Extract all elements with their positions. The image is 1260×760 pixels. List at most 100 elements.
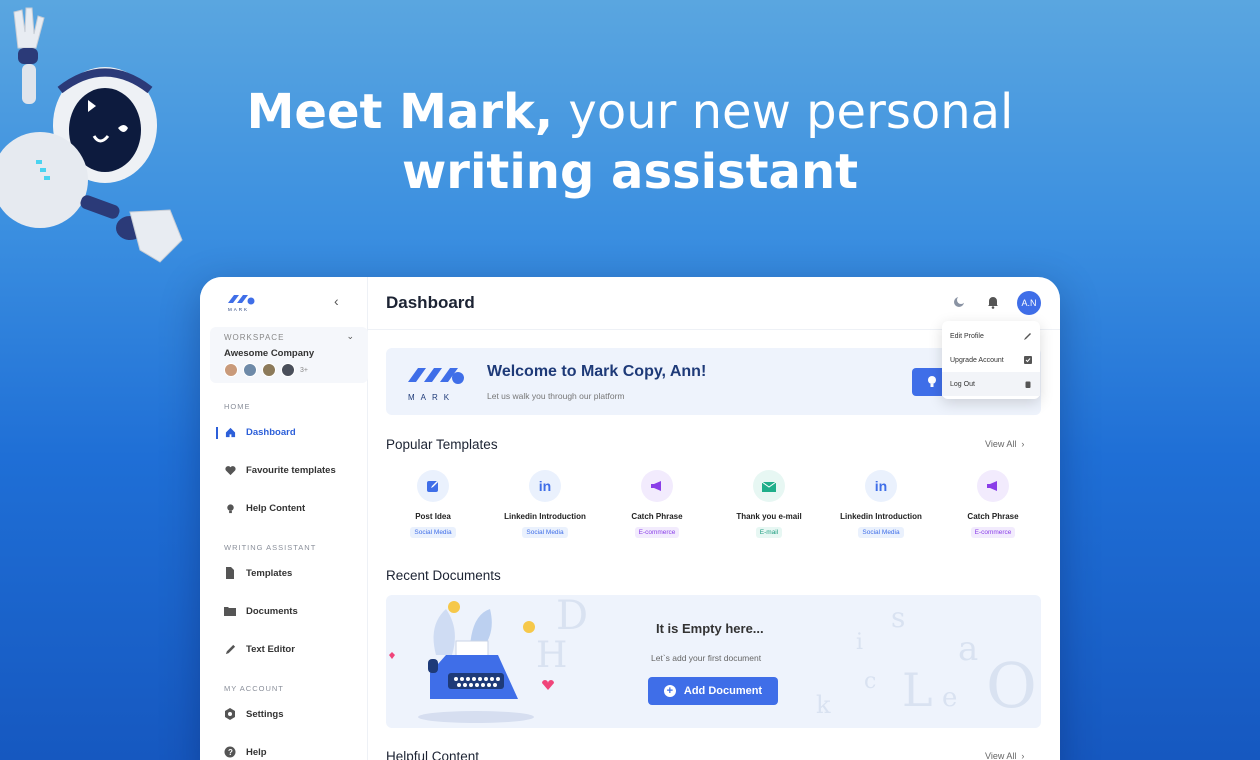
recent-documents-empty-state: D H s i a c L e O k It is Empty here... … [386,595,1041,728]
user-menu-dropdown: Edit Profile Upgrade Account Log Out [942,321,1040,399]
sidebar-item-text-editor[interactable]: Text Editor [224,640,295,658]
template-tag: E-mail [755,527,783,538]
document-icon [224,567,236,579]
sidebar-item-label: Documents [246,605,298,617]
template-card[interactable]: in Linkedin Introduction Social Media [826,470,936,539]
template-card[interactable]: Catch Phrase E-commerce [938,470,1048,539]
sidebar-item-label: Settings [246,708,284,720]
sidebar-item-label: Templates [246,567,293,579]
sidebar-item-label: Help Content [246,502,306,514]
menu-item-upgrade-account[interactable]: Upgrade Account [942,348,1040,372]
mark-logo-large: MARK [408,368,464,402]
template-name: Post Idea [415,512,451,521]
linkedin-icon: in [865,470,897,502]
sidebar-item-help[interactable]: ? Help [224,743,267,760]
workspace-label: WORKSPACE [224,333,285,342]
add-document-button[interactable]: + Add Document [648,677,778,705]
template-tag: E-commerce [634,527,680,538]
view-all-label: View All [985,439,1017,449]
theme-toggle-icon[interactable] [952,295,968,311]
section-label-my-account: MY ACCOUNT [224,684,284,693]
sidebar-item-label: Help [246,746,267,758]
upgrade-icon [1024,356,1032,364]
section-label-writing-assistant: WRITING ASSISTANT [224,543,317,552]
empty-state-title: It is Empty here... [656,621,764,636]
sidebar-item-dashboard[interactable]: Dashboard [224,423,296,441]
template-name: Linkedin Introduction [840,512,922,521]
sidebar-item-documents[interactable]: Documents [224,602,298,620]
active-indicator [216,427,218,439]
template-name: Linkedin Introduction [504,512,586,521]
chevron-down-icon[interactable]: ⌄ [346,331,354,342]
template-card[interactable]: Catch Phrase E-commerce [602,470,712,539]
heart-icon [224,464,236,476]
avatar [281,363,295,377]
menu-item-edit-profile[interactable]: Edit Profile [942,324,1040,348]
help-icon: ? [224,746,236,758]
workspace-members: 3+ [224,363,354,377]
welcome-title: Welcome to Mark Copy, Ann! [487,363,707,380]
pencil-icon [1024,333,1031,340]
template-name: Catch Phrase [967,512,1019,521]
hero-headline: Meet Mark, your new personal writing ass… [0,82,1260,202]
template-name: Catch Phrase [631,512,683,521]
headline-bold-second-line: writing assistant [401,144,859,200]
template-card[interactable]: Post Idea Social Media [378,470,488,539]
empty-state-subtitle: Let`s add your first document [651,653,762,663]
sidebar-item-help-content[interactable]: Help Content [224,499,305,517]
menu-item-label: Edit Profile [950,332,984,340]
typewriter-illustration [389,601,554,723]
logo-text: MARK [408,393,455,402]
template-tag: E-commerce [970,527,1016,538]
megaphone-icon [977,470,1009,502]
sidebar-item-templates[interactable]: Templates [224,564,292,582]
linkedin-icon: in [529,470,561,502]
mark-logo[interactable]: MARK [226,291,260,318]
template-tag: Social Media [858,527,904,538]
workspace-switcher[interactable]: WORKSPACE ⌄ Awesome Company 3+ [210,327,368,383]
trash-icon [1025,381,1031,388]
menu-item-log-out[interactable]: Log Out [942,372,1040,396]
post-icon [417,470,449,502]
popular-view-all-link[interactable]: View All › [985,439,1024,449]
template-card[interactable]: in Linkedin Introduction Social Media [490,470,600,539]
section-label-home: HOME [224,402,251,411]
page-title: Dashboard [386,293,475,312]
template-tag: Social Media [522,527,568,538]
helpful-view-all-link[interactable]: View All › [985,751,1024,760]
sidebar-item-label: Dashboard [246,426,296,438]
megaphone-icon [641,470,673,502]
menu-item-label: Upgrade Account [950,356,1004,364]
sidebar-item-favourite-templates[interactable]: Favourite templates [224,461,336,479]
sidebar: MARK ‹ WORKSPACE ⌄ Awesome Company 3+ HO… [200,277,368,760]
plus-circle-icon: + [663,685,676,697]
user-avatar[interactable]: A.N [1017,291,1041,315]
logo-text: MARK [228,307,249,312]
lightbulb-icon [224,502,236,514]
mark-logo-icon: MARK [228,295,255,312]
view-all-label: View All [985,751,1017,760]
svg-text:?: ? [228,748,233,757]
workspace-name: Awesome Company [224,348,315,359]
collapse-sidebar-icon[interactable]: ‹ [334,293,339,309]
template-card[interactable]: Thank you e-mail E-mail [714,470,824,539]
folder-icon [224,605,236,617]
add-document-label: Add Document [683,685,763,697]
app-window: MARK ‹ WORKSPACE ⌄ Awesome Company 3+ HO… [200,277,1060,760]
home-icon [224,426,236,438]
gear-icon [224,708,236,720]
avatar [262,363,276,377]
recent-documents-title: Recent Documents [386,568,501,583]
template-tag: Social Media [410,527,456,538]
sidebar-item-label: Text Editor [246,643,295,655]
main-content: Dashboard A.N Edit Profile Upgrade Accou… [368,277,1060,760]
pencil-icon [224,643,236,655]
menu-item-label: Log Out [950,380,975,388]
sidebar-item-label: Favourite templates [246,464,336,476]
sidebar-item-settings[interactable]: Settings [224,705,283,723]
welcome-subtitle: Let us walk you through our platform [487,391,625,401]
envelope-icon [753,470,785,502]
bell-icon[interactable] [986,295,1002,311]
helpful-content-title: Helpful Content [386,749,480,760]
chevron-right-icon: › [1018,439,1025,449]
